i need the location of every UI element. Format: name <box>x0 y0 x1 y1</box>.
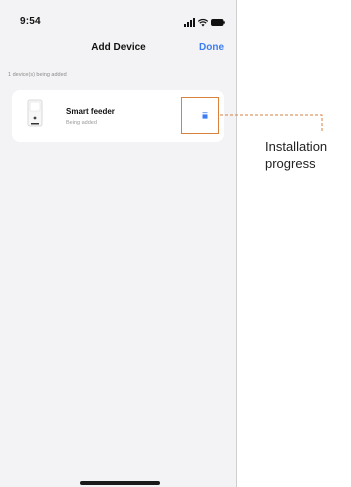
status-time: 9:54 <box>20 16 41 27</box>
smart-feeder-icon <box>27 99 43 127</box>
done-button[interactable]: Done <box>199 42 224 53</box>
devices-being-added-label: 1 device(s) being added <box>8 72 67 78</box>
callout-line-2: progress <box>265 156 316 171</box>
device-name: Smart feeder <box>66 107 115 116</box>
device-status: Being added <box>66 120 97 126</box>
signal-icon <box>184 18 195 27</box>
status-bar: 9:54 <box>0 0 236 30</box>
callout-line-1: Installation <box>265 139 328 154</box>
installation-progress-highlight <box>181 97 219 134</box>
wifi-icon <box>198 18 208 27</box>
installation-progress-callout: Installation progress <box>265 138 351 172</box>
home-indicator <box>80 481 160 485</box>
battery-icon <box>211 19 225 26</box>
canvas: 9:54 Add Device Done 1 device(s) being a… <box>0 0 351 487</box>
phone-screen: 9:54 Add Device Done 1 device(s) being a… <box>0 0 237 487</box>
